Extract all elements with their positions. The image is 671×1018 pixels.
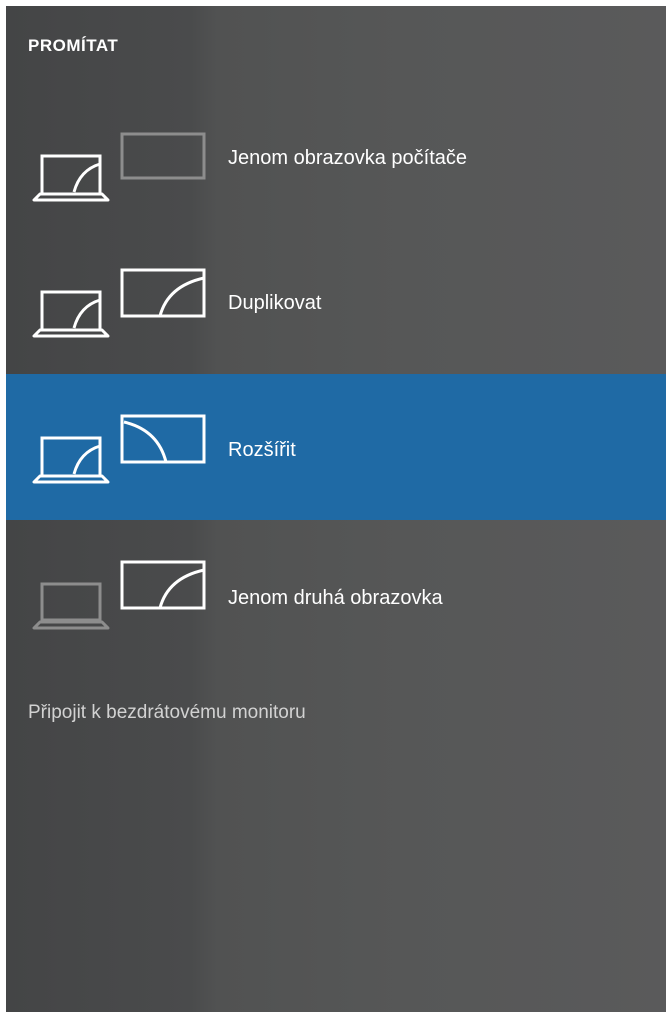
panel-title: PROMÍTAT [28, 36, 119, 55]
screenshot-frame: PROMÍTAT Jenom obrazovka počítače Duplik… [0, 0, 671, 1018]
second-screen-only-icon [32, 560, 206, 630]
option-duplicate[interactable]: Duplikovat [6, 228, 666, 374]
extend-icon [32, 414, 206, 484]
option-label: Jenom druhá obrazovka [228, 587, 443, 609]
connect-wireless-display-link[interactable]: Připojit k bezdrátovému monitoru [28, 702, 306, 724]
project-panel: PROMÍTAT Jenom obrazovka počítače Duplik… [6, 6, 666, 1012]
option-label: Duplikovat [228, 292, 322, 314]
option-extend[interactable]: Rozšířit [6, 374, 666, 520]
pc-screen-only-icon [32, 132, 206, 202]
option-second-screen-only[interactable]: Jenom druhá obrazovka [6, 520, 666, 666]
option-label: Rozšířit [228, 439, 296, 461]
duplicate-icon [32, 268, 206, 338]
option-label: Jenom obrazovka počítače [228, 147, 468, 169]
option-pc-screen-only[interactable]: Jenom obrazovka počítače [6, 92, 666, 238]
